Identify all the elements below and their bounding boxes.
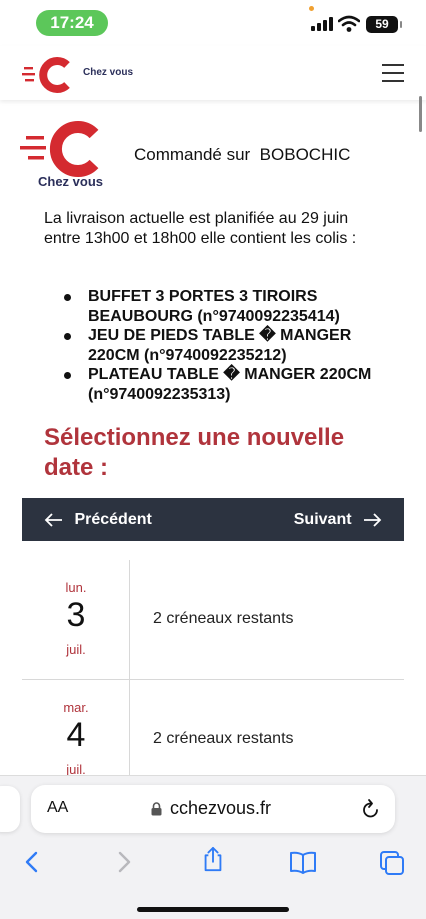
aa-label: AA xyxy=(47,799,69,816)
select-date-title: Sélectionnez une nouvelle date : xyxy=(44,424,345,481)
reader-options-button[interactable]: AA xyxy=(47,799,68,817)
slots-remaining: 2 créneaux restants xyxy=(153,730,294,747)
arrow-left-icon xyxy=(44,513,62,527)
next-button[interactable]: Suivant xyxy=(294,498,382,541)
reload-icon[interactable] xyxy=(361,798,381,820)
month-name: juil. xyxy=(66,642,86,657)
day-name: mar. xyxy=(63,700,89,715)
parcel-label: PLATEAU TABLE � MANGER 220CM (n°97400922… xyxy=(88,366,372,403)
shop-name: BOBOCHIC xyxy=(259,145,351,164)
parcel-label: JEU DE PIEDS TABLE � MANGER 220CM (n°974… xyxy=(88,327,352,364)
list-item: BUFFET 3 PORTES 3 TIROIRS BEAUBOURG (n°9… xyxy=(64,287,394,326)
previous-button[interactable]: Précédent xyxy=(44,498,152,541)
bookmarks-icon[interactable] xyxy=(289,849,317,875)
back-icon[interactable] xyxy=(18,849,46,875)
delivery-description: La livraison actuelle est planifiée au 2… xyxy=(44,210,357,247)
bullet-icon xyxy=(64,333,71,340)
home-indicator[interactable] xyxy=(137,907,289,912)
date-list: lun. 3 juil. 2 créneaux restants mar. 4 … xyxy=(22,560,404,800)
date-row[interactable]: lun. 3 juil. 2 créneaux restants xyxy=(22,560,404,680)
previous-label: Précédent xyxy=(74,511,152,528)
header-brand-text: Chez vous xyxy=(83,67,134,78)
page-scrollbar[interactable] xyxy=(419,96,422,132)
slots-remaining: 2 créneaux restants xyxy=(153,610,294,627)
hamburger-menu-icon[interactable] xyxy=(382,64,404,82)
list-item: JEU DE PIEDS TABLE � MANGER 220CM (n°974… xyxy=(64,326,394,365)
date-navigation-bar: Précédent Suivant xyxy=(22,498,404,541)
previous-tab-preview[interactable] xyxy=(0,786,20,832)
bullet-icon xyxy=(64,372,71,379)
parcel-label: BUFFET 3 PORTES 3 TIROIRS BEAUBOURG (n°9… xyxy=(88,288,340,325)
brand-text: Chez vous xyxy=(38,174,104,189)
day-number: 3 xyxy=(66,596,86,634)
day-number: 4 xyxy=(66,716,86,754)
ordered-on-label: Commandé sur xyxy=(134,145,251,164)
parcel-list: BUFFET 3 PORTES 3 TIROIRS BEAUBOURG (n°9… xyxy=(64,287,394,404)
tabs-icon[interactable] xyxy=(378,849,406,875)
url-text: cchezvous.fr xyxy=(170,798,272,818)
ordered-on-line: Commandé sur BOBOCHIC xyxy=(134,145,350,165)
share-icon[interactable] xyxy=(199,846,227,872)
date-cell: lun. 3 juil. xyxy=(22,560,130,680)
address-bar[interactable]: AA cchezvous.fr xyxy=(31,785,395,833)
lock-icon xyxy=(151,802,162,816)
browser-toolbar: AA cchezvous.fr xyxy=(0,775,426,919)
site-header: Chez vous xyxy=(0,46,426,100)
status-bar: 17:24 59 xyxy=(0,0,426,46)
battery-level: 59 xyxy=(366,16,402,33)
day-name: lun. xyxy=(65,580,87,595)
cellular-signal-icon xyxy=(311,17,333,31)
wifi-icon xyxy=(338,15,360,32)
status-time: 17:24 xyxy=(36,10,108,36)
bullet-icon xyxy=(64,294,71,301)
forward-icon[interactable] xyxy=(110,849,138,875)
chez-vous-logo-icon[interactable] xyxy=(22,54,78,94)
list-item: PLATEAU TABLE � MANGER 220CM (n°97400922… xyxy=(64,365,394,404)
next-label: Suivant xyxy=(293,511,352,528)
privacy-indicator xyxy=(309,6,314,11)
arrow-right-icon xyxy=(364,513,382,527)
